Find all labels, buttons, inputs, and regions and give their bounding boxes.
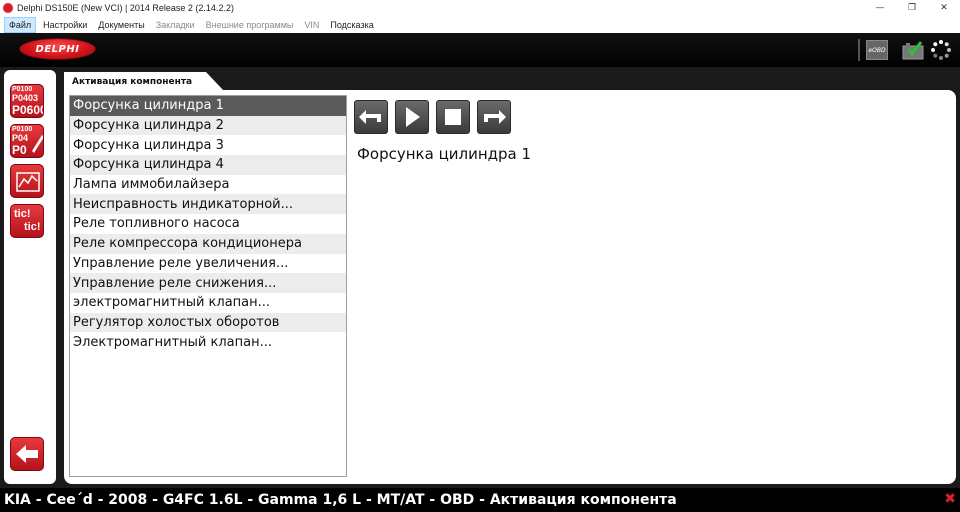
dtc-code: P04 <box>12 133 29 143</box>
dtc-code: P0600 <box>12 103 44 117</box>
component-list: Форсунка цилиндра 1 Форсунка цилиндра 2 … <box>69 95 347 477</box>
stop-icon <box>445 109 461 125</box>
dtc-code: P0403 <box>12 93 39 103</box>
redo-icon <box>484 110 506 124</box>
eraser-icon <box>32 135 43 153</box>
list-item[interactable]: Реле компрессора кондиционера <box>70 233 346 254</box>
menu-settings[interactable]: Настройки <box>39 18 91 32</box>
back-button[interactable] <box>10 437 44 471</box>
undo-icon <box>359 110 381 124</box>
list-item[interactable]: Форсунка цилиндра 3 <box>70 135 346 156</box>
list-item[interactable]: Неисправность индикаторной... <box>70 194 346 215</box>
activation-controls <box>354 100 518 134</box>
menu-documents[interactable]: Документы <box>94 18 148 32</box>
status-bar: KIA - Cee´d - 2008 - G4FC 1.6L - Gamma 1… <box>0 488 960 512</box>
activation-label: tic! <box>24 221 41 233</box>
list-item[interactable]: Управление реле увеличения... <box>70 253 346 274</box>
list-item[interactable]: Реле топливного насоса <box>70 214 346 234</box>
menu-external-programs[interactable]: Внешние программы <box>202 18 298 32</box>
activation-label: tic! <box>14 208 31 220</box>
maximize-button[interactable]: ❐ <box>896 0 928 16</box>
vci-connection-icon[interactable] <box>902 40 924 60</box>
menu-file[interactable]: Файл <box>4 16 37 33</box>
window-controls: — ❐ ✕ <box>864 0 960 16</box>
app-icon <box>3 3 13 13</box>
close-window-button[interactable]: ✕ <box>928 0 960 16</box>
component-activation-button[interactable]: tic! tic! <box>10 204 44 238</box>
read-fault-codes-button[interactable]: P0100 P0403 P0600 <box>10 84 44 118</box>
list-item[interactable]: электромагнитный клапан... <box>70 292 346 313</box>
dtc-code: P0100 <box>12 86 33 93</box>
list-item[interactable]: Форсунка цилиндра 2 <box>70 115 346 136</box>
selected-component-name: Форсунка цилиндра 1 <box>357 145 532 163</box>
left-toolbar: P0100 P0403 P0600 P0100 P04 P0 tic! tic! <box>4 70 56 484</box>
delphi-logo: DELPHI <box>19 38 96 60</box>
title-bar: Delphi DS150E (New VCI) | 2014 Release 2… <box>0 0 960 16</box>
list-item[interactable]: Форсунка цилиндра 1 <box>70 96 346 116</box>
redo-button[interactable] <box>477 100 511 134</box>
minimize-button[interactable]: — <box>864 0 896 16</box>
window-title: Delphi DS150E (New VCI) | 2014 Release 2… <box>17 3 234 13</box>
page-title: Активация компонента <box>72 76 193 87</box>
vehicle-status: KIA - Cee´d - 2008 - G4FC 1.6L - Gamma 1… <box>4 492 677 508</box>
clear-fault-codes-button[interactable]: P0100 P04 P0 <box>10 124 44 158</box>
loading-spinner-icon <box>931 40 951 60</box>
page-tab: Активация компонента <box>64 72 224 91</box>
logo-text: DELPHI <box>35 43 80 55</box>
dtc-code: P0 <box>12 143 27 157</box>
main-panel: Форсунка цилиндра 1 Форсунка цилиндра 2 … <box>64 90 956 484</box>
header-divider <box>858 39 860 61</box>
list-item[interactable]: Управление реле снижения... <box>70 273 346 293</box>
undo-button[interactable] <box>354 100 388 134</box>
menu-help[interactable]: Подсказка <box>326 18 377 32</box>
live-data-button[interactable] <box>10 164 44 198</box>
list-item[interactable]: Форсунка цилиндра 4 <box>70 155 346 175</box>
list-item[interactable]: Электромагнитный клапан... <box>70 332 346 352</box>
brand-header: DELPHI eOBD <box>0 33 960 67</box>
menu-vin[interactable]: VIN <box>300 18 323 32</box>
graph-icon <box>16 172 40 192</box>
stop-button[interactable] <box>436 100 470 134</box>
arrow-left-icon <box>16 445 38 463</box>
close-icon[interactable]: ✖ <box>944 492 956 506</box>
menu-bookmarks[interactable]: Закладки <box>152 18 199 32</box>
play-button[interactable] <box>395 100 429 134</box>
eobd-button[interactable]: eOBD <box>866 40 888 60</box>
list-item[interactable]: Регулятор холостых оборотов <box>70 312 346 333</box>
play-icon <box>406 107 420 127</box>
menu-bar: Файл Настройки Документы Закладки Внешни… <box>0 16 960 33</box>
list-item[interactable]: Лампа иммобилайзера <box>70 174 346 195</box>
